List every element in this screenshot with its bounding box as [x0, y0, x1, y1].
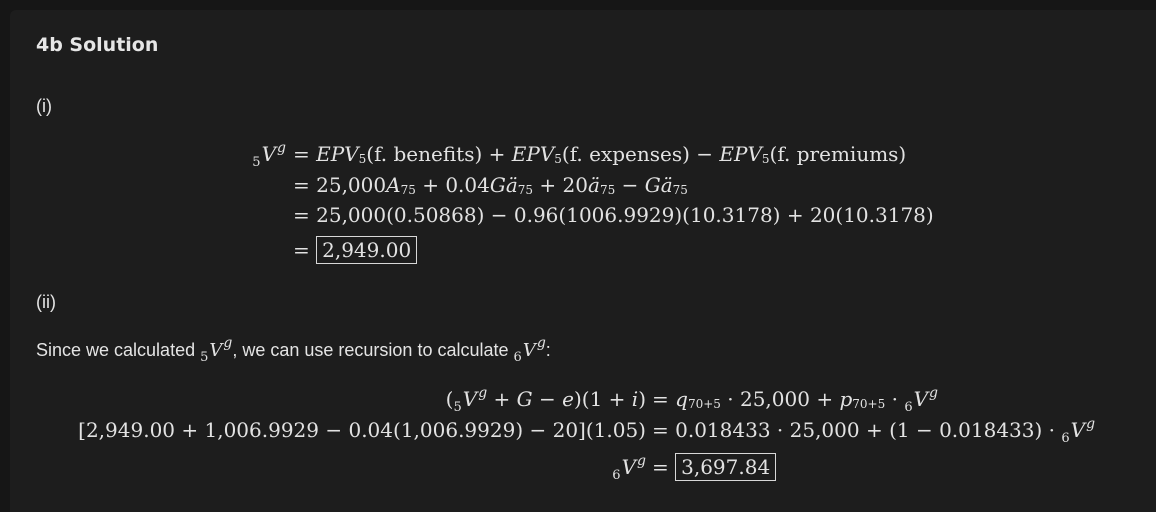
recursion-lhs-2: [2,949.00 + 1,006.9929 − 0.04(1,006.9929…: [78, 418, 646, 442]
recursion-rhs-1: = q70+5 · 25,000 + p70+5 · 6Vg: [652, 385, 939, 415]
result-box-i: 2,949.00: [316, 236, 418, 264]
recursion-rhs-2: = 0.018433 · 25,000 + (1 − 0.018433) · 6…: [652, 416, 1096, 446]
reserve-5-symbol: 5Vg: [252, 140, 286, 170]
part-ii-label: (ii): [36, 292, 56, 312]
equation-line-1: = EPV5(f. benefits) + EPV5(f. expenses) …: [293, 142, 907, 166]
recursion-intro: Since we calculated 5Vg, we can use recu…: [36, 335, 551, 365]
recursion-lhs-1: (5Vg + G − e)(1 + i): [445, 385, 646, 415]
part-i-label: (i): [36, 96, 52, 116]
equation-line-2: = 25,000A75 + 0.04Gä75 + 20ä75 − Gä75: [293, 173, 688, 197]
section-heading: 4b Solution: [36, 34, 159, 56]
equation-line-4: = 2,949.00: [293, 235, 418, 265]
reserve-6-symbol: 6Vg: [612, 453, 646, 483]
result-box-ii: 3,697.84: [675, 453, 777, 481]
equation-line-3: = 25,000(0.50868) − 0.96(1006.9929)(10.3…: [293, 203, 934, 227]
recursion-result-line: = 3,697.84: [652, 452, 777, 482]
